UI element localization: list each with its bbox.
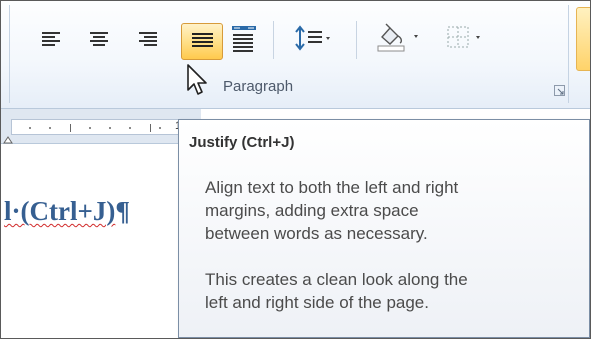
line-spacing-button[interactable] [295, 25, 335, 53]
tooltip-title: Justify (Ctrl+J) [189, 134, 295, 151]
dialog-launcher-icon [554, 83, 565, 100]
group-separator-left [9, 5, 10, 103]
borders-button[interactable] [446, 25, 496, 51]
next-group-button[interactable] [576, 7, 590, 71]
paragraph-mark: ¶ [115, 196, 130, 226]
center-button[interactable] [89, 30, 111, 50]
align-left-icon [41, 30, 63, 50]
ribbon-paragraph-group: Paragraph [1, 1, 590, 109]
distributed-button[interactable] [231, 25, 257, 55]
tooltip-detail: This creates a clean look along the left… [205, 270, 468, 312]
line-spacing-icon [295, 25, 335, 53]
paint-bucket-icon [376, 23, 426, 53]
word-window: Paragraph 1 [0, 0, 591, 339]
borders-icon [446, 25, 496, 51]
distributed-icon [231, 25, 257, 55]
paragraph-group-label: Paragraph [223, 78, 294, 95]
toolbar-separator-2 [356, 21, 357, 59]
align-left-button[interactable] [41, 30, 63, 50]
align-right-icon [138, 30, 160, 50]
paragraph-dialog-launcher[interactable] [554, 83, 565, 96]
align-center-icon [89, 30, 111, 50]
heading-text: l·(Ctrl+J) [4, 196, 116, 226]
justify-tooltip: Justify (Ctrl+J) Align text to both the … [178, 119, 590, 338]
shading-button[interactable] [376, 23, 426, 53]
group-separator-right [568, 5, 569, 103]
justify-icon [191, 30, 215, 52]
document-area[interactable]: l·(Ctrl+J)¶ [1, 144, 201, 338]
tooltip-description: Align text to both the left and right ma… [205, 178, 459, 243]
justify-button[interactable] [181, 23, 223, 60]
ruler-strip: 1 [11, 119, 201, 135]
toolbar-separator-1 [273, 21, 274, 59]
align-right-button[interactable] [138, 30, 160, 50]
mouse-pointer-icon [186, 63, 214, 104]
document-heading-text: l·(Ctrl+J)¶ [4, 196, 130, 227]
horizontal-ruler: 1 [1, 109, 201, 144]
